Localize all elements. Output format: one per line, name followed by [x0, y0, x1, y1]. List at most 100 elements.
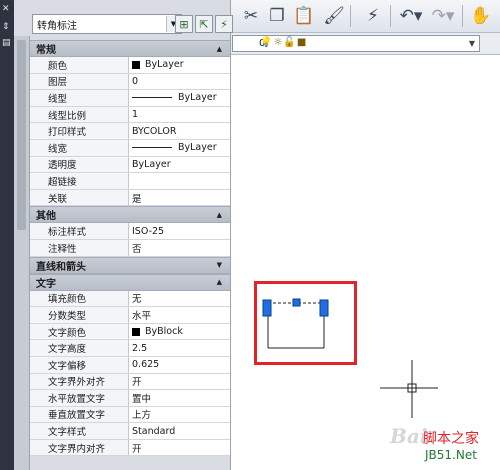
property-value[interactable]: 0.625	[129, 357, 230, 373]
autohide-icon[interactable]: ⇕	[2, 22, 10, 32]
section-title: 文字	[36, 278, 56, 290]
property-value-text: ByLayer	[145, 59, 184, 71]
property-row[interactable]: 文字偏移 0.625	[30, 356, 230, 374]
property-value[interactable]: BYCOLOR	[129, 123, 230, 139]
property-value[interactable]: 2.5	[129, 340, 230, 356]
property-row[interactable]: 线型 ByLayer	[30, 90, 230, 107]
property-value[interactable]: 是	[129, 190, 230, 206]
property-name: 超链接	[30, 173, 129, 189]
property-row[interactable]: 图层 0	[30, 73, 230, 91]
pan-hand-icon[interactable]: ✋	[468, 3, 494, 29]
property-row[interactable]: 文字高度 2.5	[30, 340, 230, 357]
property-row[interactable]: 透明度 ByLayer	[30, 156, 230, 174]
property-row[interactable]: 线宽 ByLayer	[30, 139, 230, 157]
property-name: 线型比例	[30, 106, 129, 123]
chevron-up-icon[interactable]: ▲	[217, 278, 222, 286]
property-value[interactable]: 上方	[129, 407, 230, 423]
property-value[interactable]: 水平	[129, 307, 230, 323]
property-name: 颜色	[30, 57, 129, 73]
chevron-down-icon[interactable]: ▼	[217, 261, 222, 269]
property-row[interactable]: 线型比例 1	[30, 106, 230, 124]
object-type-select[interactable]: 转角标注 ▼	[32, 14, 182, 34]
chevron-up-icon[interactable]: ▲	[217, 45, 222, 53]
paste-icon[interactable]: 📋	[292, 3, 316, 29]
property-name: 文字界内对齐	[30, 439, 129, 456]
watermark-site-name: 脚本之家	[423, 431, 479, 447]
palette-scrollbar[interactable]	[14, 36, 30, 470]
section-header[interactable]: 直线和箭头 ▼	[30, 256, 230, 274]
property-value-text: 水平	[132, 310, 152, 322]
property-value[interactable]: ByLayer	[129, 90, 230, 106]
property-name: 透明度	[30, 156, 129, 173]
property-value-text: 否	[132, 243, 142, 255]
copy-icon[interactable]: ❐	[266, 3, 288, 29]
select-objects-icon[interactable]: ⇱	[195, 15, 213, 33]
object-type-value: 转角标注	[37, 20, 77, 32]
property-row[interactable]: 文字界外对齐开	[30, 373, 230, 391]
property-row[interactable]: 超链接	[30, 173, 230, 190]
property-row[interactable]: 颜色 ByLayer	[30, 57, 230, 74]
close-icon[interactable]: ✕	[2, 4, 10, 14]
publish-icon[interactable]: ⚡	[358, 3, 388, 29]
section-title: 其他	[36, 211, 56, 223]
property-value[interactable]	[129, 173, 230, 189]
property-value[interactable]: 0	[129, 74, 230, 90]
section-header[interactable]: 常规 ▲	[30, 40, 230, 57]
property-value[interactable]: ByLayer	[129, 157, 230, 173]
line-sample-icon	[132, 97, 172, 99]
property-value-text: 2.5	[132, 342, 148, 354]
property-value-text: 1	[132, 109, 139, 121]
property-row[interactable]: 垂直放置文字 上方	[30, 406, 230, 424]
cut-icon[interactable]: ✂	[240, 3, 262, 29]
undo-icon[interactable]: ↶▾	[396, 3, 426, 29]
property-row[interactable]: 水平放置文字 置中	[30, 390, 230, 407]
property-name: 图层	[30, 73, 129, 90]
property-row[interactable]: 分数类型 水平	[30, 307, 230, 324]
property-value-text: ByLayer	[178, 142, 217, 154]
property-value-text: ByLayer	[178, 92, 217, 104]
property-row[interactable]: 注释性否	[30, 239, 230, 257]
color-swatch-icon	[132, 60, 140, 69]
layer-state-icons: 💡☼🔓■	[260, 37, 307, 48]
chevron-down-icon[interactable]: ▼	[465, 36, 479, 51]
property-row[interactable]: 文字颜色 ByBlock	[30, 323, 230, 341]
property-value[interactable]: 无	[129, 291, 230, 307]
color-square-icon: ■	[296, 37, 308, 48]
property-value[interactable]: ByLayer	[129, 140, 230, 156]
property-value-text: 上方	[132, 410, 152, 422]
property-name: 水平放置文字	[30, 390, 129, 406]
redo-icon[interactable]: ↷▾	[428, 3, 458, 29]
property-value-text: BYCOLOR	[132, 125, 177, 137]
scrollbar-thumb[interactable]	[17, 40, 26, 230]
match-properties-icon[interactable]: 🖌	[322, 3, 346, 29]
property-value[interactable]: Standard	[129, 423, 230, 439]
property-row[interactable]: 填充颜色无	[30, 290, 230, 308]
chevron-up-icon[interactable]: ▲	[217, 211, 222, 219]
toggle-pickadd-icon[interactable]: ⊞	[175, 15, 193, 33]
property-value[interactable]: ByLayer	[129, 57, 230, 73]
property-name: 关联	[30, 189, 129, 206]
property-value[interactable]: ISO-25	[129, 223, 230, 239]
property-value-text: Standard	[132, 425, 176, 437]
quick-select-icon[interactable]: ⚡	[215, 15, 233, 33]
property-row[interactable]: 文字样式 Standard	[30, 423, 230, 440]
toolbar-separator	[350, 5, 351, 27]
section-title: 直线和箭头	[36, 261, 86, 273]
section-header[interactable]: 文字 ▲	[30, 273, 230, 291]
layer-toolbar: 0 ▼ 💡☼🔓■	[230, 33, 500, 55]
property-value[interactable]: 开	[129, 374, 230, 390]
properties-menu-icon[interactable]: ▤	[2, 38, 11, 48]
property-row[interactable]: 标注样式 ISO-25	[30, 223, 230, 240]
section-header[interactable]: 其他 ▲	[30, 206, 230, 224]
property-row[interactable]: 关联是	[30, 189, 230, 207]
property-value[interactable]: ByBlock	[129, 324, 230, 340]
property-value[interactable]: 置中	[129, 390, 230, 406]
property-value[interactable]: 1	[129, 107, 230, 123]
section-title: 常规	[36, 45, 56, 56]
property-row[interactable]: 打印样式 BYCOLOR	[30, 123, 230, 140]
property-value[interactable]: 开	[129, 440, 230, 456]
property-value-text: 置中	[132, 393, 152, 405]
property-value[interactable]: 否	[129, 240, 230, 256]
drawing-canvas[interactable]	[231, 56, 500, 470]
property-row[interactable]: 文字界内对齐开	[30, 439, 230, 457]
